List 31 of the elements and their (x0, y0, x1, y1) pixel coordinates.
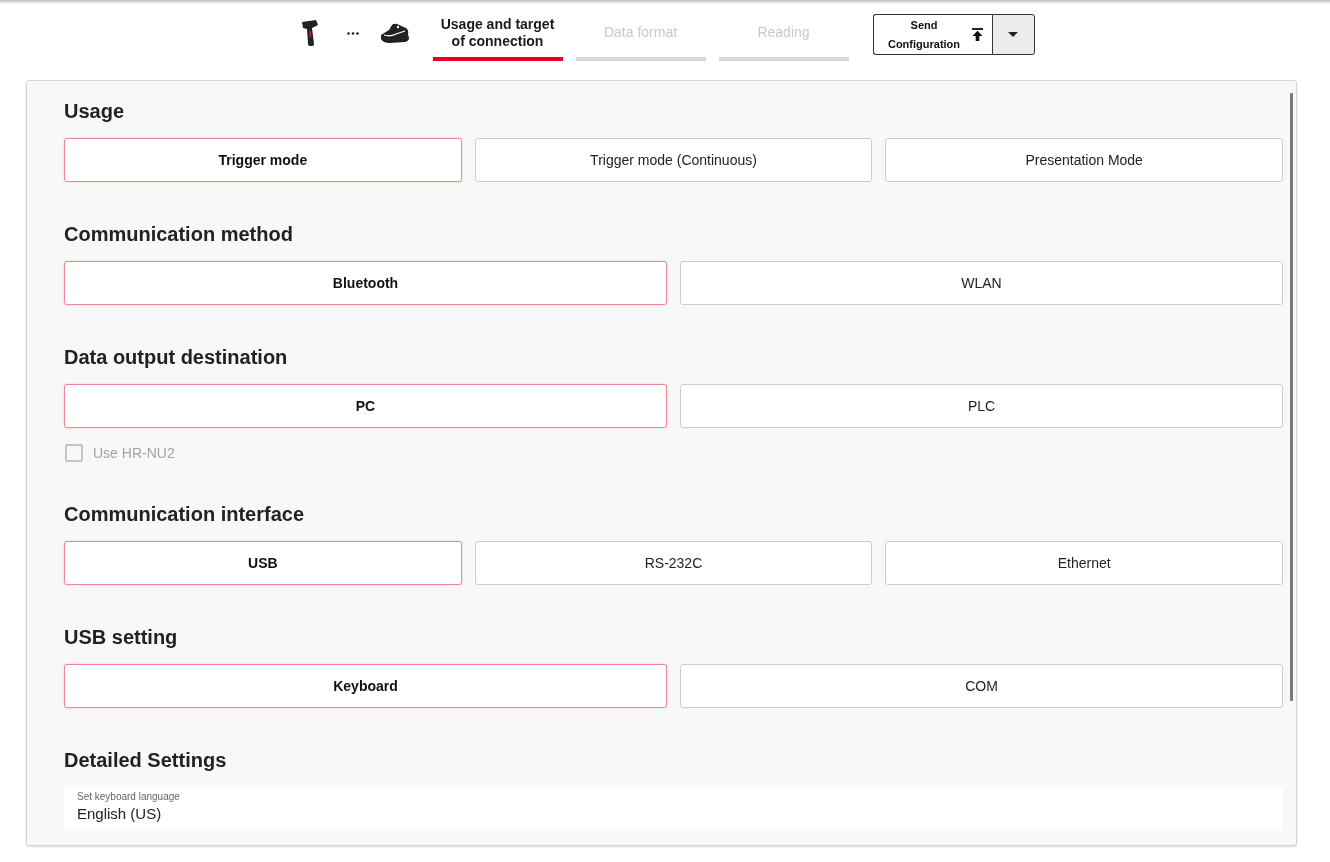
section-heading: Data output destination (64, 345, 288, 369)
keyboard-language-field[interactable]: Set keyboard language English (US) (64, 787, 1283, 831)
option-button[interactable]: WLAN (680, 261, 1283, 305)
section-heading: USB setting (64, 625, 178, 649)
scanner-cradle-icon (379, 22, 410, 44)
option-button[interactable]: Bluetooth (64, 261, 667, 305)
option-button[interactable]: Trigger mode (64, 138, 462, 182)
field-label: Set keyboard language (77, 791, 180, 803)
handheld-scanner-icon (300, 19, 321, 47)
option-button[interactable]: PC (64, 384, 667, 428)
option-button[interactable]: Ethernet (885, 541, 1283, 585)
scrollbar-thumb[interactable] (1290, 93, 1293, 701)
caret-icon (1008, 32, 1018, 37)
section-heading: Communication method (64, 222, 293, 246)
option-button[interactable]: Trigger mode (Continuous) (474, 138, 873, 182)
option-button[interactable]: PLC (680, 384, 1283, 428)
dots-icon (346, 31, 359, 35)
option-button[interactable]: COM (680, 664, 1283, 708)
section-heading: Detailed Settings (64, 748, 227, 772)
option-button[interactable]: Keyboard (64, 664, 667, 708)
field-value: English (US) (77, 804, 162, 824)
dropdown-button[interactable] (991, 14, 1035, 55)
option-button[interactable]: Presentation Mode (885, 138, 1283, 182)
step-tab[interactable]: Usage and target of connection (432, 0, 563, 61)
upload-icon (972, 28, 983, 41)
checkbox-label: Use HR-NU2 (93, 445, 175, 461)
send-configuration-button[interactable]: Send Configuration (872, 14, 992, 55)
option-button[interactable]: RS-232C (474, 541, 873, 585)
section-heading: Usage (64, 99, 125, 123)
section-heading: Communication interface (64, 502, 305, 526)
option-button[interactable]: USB (64, 541, 462, 585)
